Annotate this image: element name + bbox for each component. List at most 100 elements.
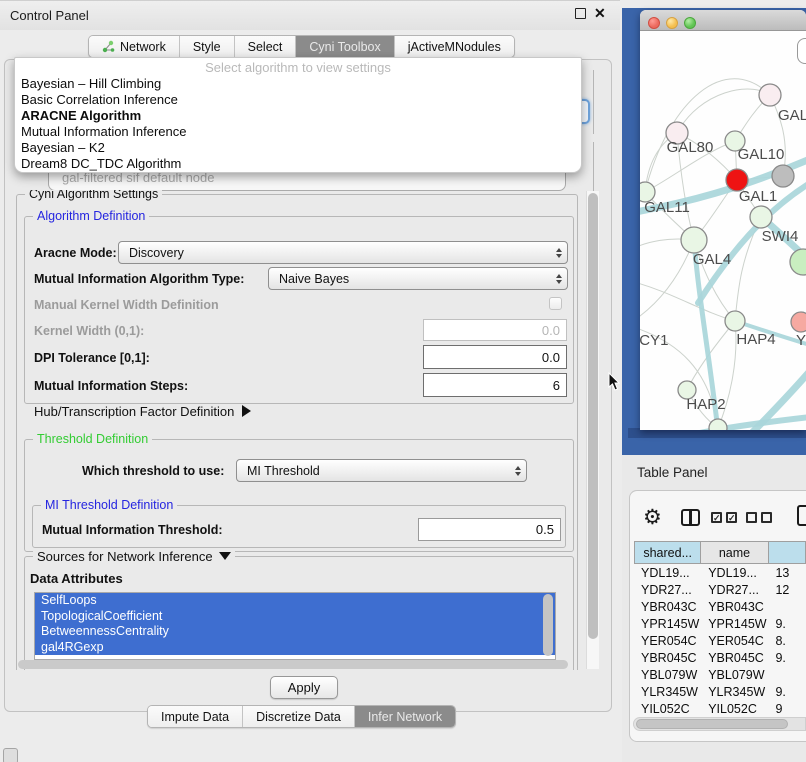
table-row[interactable]: YPR145WYPR145W9. [634, 615, 806, 632]
sources-toggle[interactable]: Sources for Network Inference [33, 549, 235, 564]
group-title: Algorithm Definition [33, 209, 149, 223]
aracne-mode-label: Aracne Mode: [34, 246, 117, 260]
attribute-item[interactable]: SelfLoops [35, 593, 555, 609]
cyni-settings-scrollarea: Cyni Algorithm Settings Algorithm Defini… [12, 190, 584, 670]
network-node[interactable] [759, 84, 781, 106]
control-panel-title: Control Panel [10, 8, 89, 23]
minimized-panel-icon[interactable] [3, 748, 18, 762]
group-title: Cyni Algorithm Settings [25, 190, 162, 201]
mi-threshold-field[interactable]: 0.5 [418, 518, 561, 541]
mi-type-label: Mutual Information Algorithm Type: [34, 272, 244, 286]
network-node-y[interactable] [791, 312, 806, 332]
manual-kernel-label: Manual Kernel Width Definition [34, 298, 219, 312]
column-header[interactable] [769, 541, 806, 564]
network-edge[interactable] [640, 240, 694, 325]
network-window-titlebar[interactable] [640, 10, 806, 31]
mi-type-combo[interactable]: Naive Bayes [268, 267, 568, 290]
network-node-gal4[interactable] [681, 227, 707, 253]
float-panel-icon[interactable] [575, 8, 586, 19]
minimize-window-icon[interactable] [666, 17, 678, 29]
node-label: Y [796, 332, 806, 349]
tab-infer-network[interactable]: Infer Network [355, 706, 455, 727]
network-node[interactable] [790, 249, 806, 275]
tab-jactivemnodules[interactable]: jActiveMNodules [395, 36, 514, 57]
manual-kernel-checkbox[interactable] [549, 297, 562, 310]
split-columns-icon[interactable] [681, 509, 700, 526]
tab-style[interactable]: Style [180, 36, 235, 57]
group-title: MI Threshold Definition [41, 498, 177, 512]
table-row[interactable]: YBR045CYBR045C9. [634, 649, 806, 666]
settings-hscrollbar[interactable] [18, 660, 568, 669]
node-label: HAP2 [686, 396, 725, 413]
node-label: GAL11 [644, 199, 690, 216]
node-table[interactable]: shared...name YDL19...YDL19...13YDR27...… [634, 541, 806, 716]
kernel-width-label: Kernel Width (0,1): [34, 324, 144, 338]
tab-discretize-data[interactable]: Discretize Data [243, 706, 355, 727]
dpi-tolerance-label: DPI Tolerance [0,1]: [34, 351, 150, 365]
table-function-icon-fragment[interactable] [797, 505, 806, 526]
algorithm-option[interactable]: Basic Correlation Inference [15, 92, 581, 108]
aracne-mode-combo[interactable]: Discovery [118, 241, 568, 264]
table-row[interactable]: YDL19...YDL19...13 [634, 564, 806, 581]
hub-definition-toggle[interactable]: Hub/Transcription Factor Definition [34, 404, 251, 419]
combo-arrows-icon [556, 242, 562, 263]
zoom-window-icon[interactable] [684, 17, 696, 29]
tab-network[interactable]: Network [89, 36, 180, 57]
table-row[interactable]: YBR043CYBR043C [634, 598, 806, 615]
mi-steps-field[interactable]: 6 [423, 373, 567, 397]
close-panel-icon[interactable]: ✕ [594, 5, 606, 22]
column-header[interactable]: shared... [634, 541, 701, 564]
application-window: Control Panel ✕ NetworkStyleSelectCyni T… [0, 0, 806, 762]
mouse-cursor [608, 372, 622, 392]
algorithm-option[interactable]: Dream8 DC_TDC Algorithm [15, 156, 581, 172]
table-settings-gear-icon[interactable]: ⚙ [643, 505, 662, 530]
checked-checkbox-icon[interactable]: ✓ [711, 512, 722, 523]
kernel-width-field[interactable]: 0.0 [423, 319, 567, 341]
node-label: HAP4 [736, 331, 775, 348]
data-attributes-list[interactable]: SelfLoopsTopologicalCoefficientBetweenne… [34, 592, 556, 660]
network-node[interactable] [709, 419, 727, 430]
algorithm-option[interactable]: Bayesian – K2 [15, 140, 581, 156]
algorithm-placeholder: Select algorithm to view settings [15, 59, 581, 76]
table-row[interactable]: YDR27...YDR27...12 [634, 581, 806, 598]
mi-threshold-label: Mutual Information Threshold: [42, 523, 223, 537]
attribute-item[interactable]: TopologicalCoefficient [35, 609, 555, 625]
close-window-icon[interactable] [648, 17, 660, 29]
network-node-swi4[interactable] [750, 206, 772, 228]
table-row[interactable]: YER054CYER054C8. [634, 632, 806, 649]
settings-scrollbar[interactable] [588, 193, 598, 639]
hidden-groupbox-edge [593, 142, 594, 192]
attribute-item[interactable]: BetweennessCentrality [35, 624, 555, 640]
algorithm-option[interactable]: Bayesian – Hill Climbing [15, 76, 581, 92]
algorithm-option[interactable]: ARACNE Algorithm [15, 108, 581, 124]
apply-button[interactable]: Apply [270, 676, 338, 699]
combo-arrows-icon [556, 268, 562, 289]
expanded-arrow-icon [219, 552, 231, 560]
algorithm-option[interactable]: Mutual Information Inference [15, 124, 581, 140]
node-label: GAL4 [693, 251, 731, 268]
table-hscrollbar[interactable] [636, 719, 788, 729]
table-row[interactable]: YBL079WYBL079W [634, 666, 806, 683]
network-edge[interactable] [645, 79, 770, 192]
attributes-scrollbar[interactable] [543, 594, 553, 656]
node-label: GAL10 [738, 146, 785, 163]
network-node[interactable] [772, 165, 794, 187]
tab-select[interactable]: Select [235, 36, 297, 57]
network-canvas[interactable]: GALGAL80GAL10GAL1SWI4GAL11GAL4GCY1HAP4YH… [640, 31, 806, 430]
dpi-tolerance-field[interactable]: 0.0 [423, 345, 567, 369]
network-node-hap4[interactable] [725, 311, 745, 331]
which-threshold-combo[interactable]: MI Threshold [236, 459, 527, 482]
table-row[interactable]: YLR345WYLR345W9. [634, 683, 806, 700]
network-icon [102, 40, 115, 53]
column-header[interactable]: name [701, 541, 768, 564]
attribute-item[interactable]: gal4RGexp [35, 640, 555, 656]
unchecked-checkbox-icon[interactable] [761, 512, 772, 523]
unchecked-checkbox-icon[interactable] [746, 512, 757, 523]
control-panel-titlebar [0, 0, 620, 30]
checked-checkbox-icon[interactable]: ✓ [726, 512, 737, 523]
which-threshold-label: Which threshold to use: [82, 464, 224, 478]
tab-cyni-toolbox[interactable]: Cyni Toolbox [296, 36, 394, 57]
table-row[interactable]: YIL052CYIL052C9 [634, 700, 806, 716]
tab-impute-data[interactable]: Impute Data [148, 706, 243, 727]
combo-arrows-icon [515, 460, 521, 481]
